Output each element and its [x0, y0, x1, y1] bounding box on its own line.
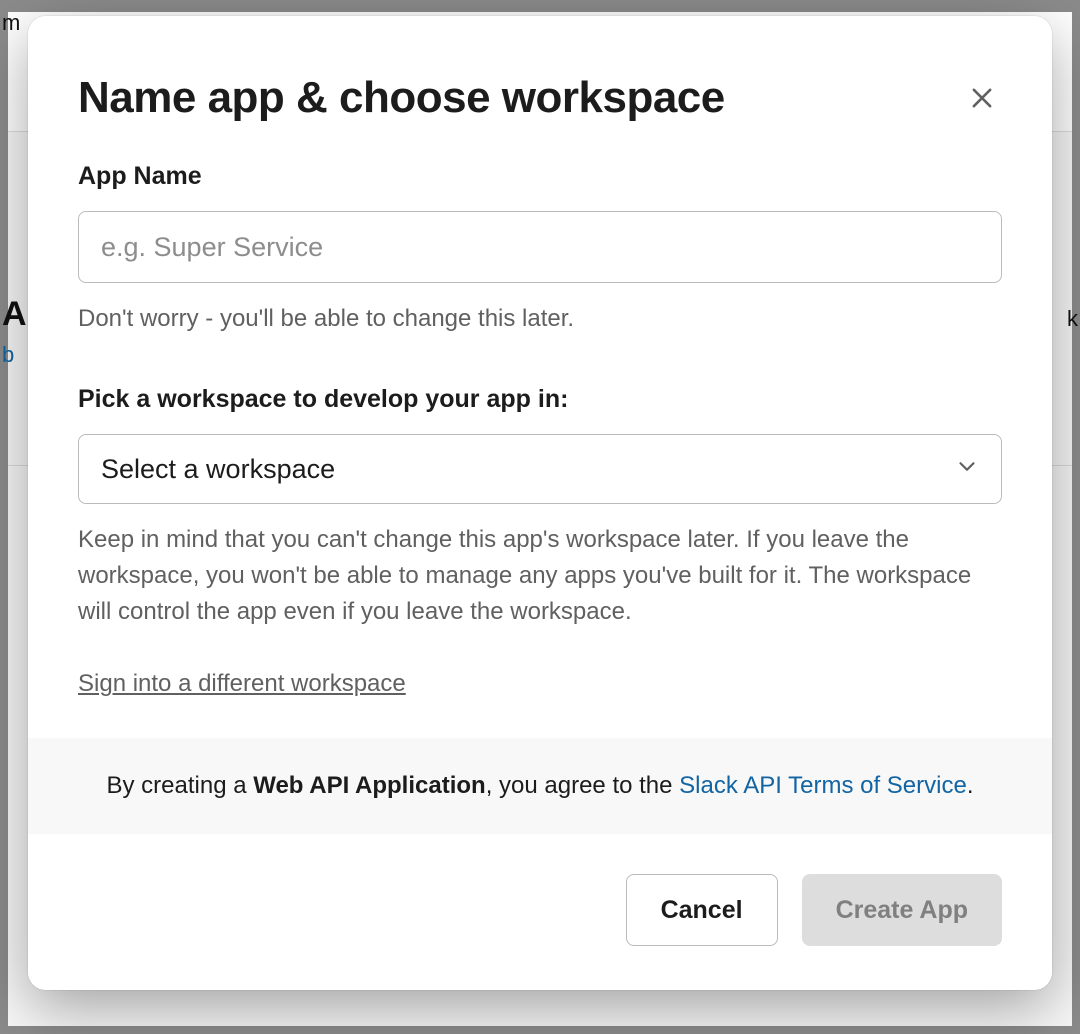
create-app-modal: Name app & choose workspace App Name Don… — [28, 16, 1052, 990]
bg-text-fragment: m — [2, 10, 20, 36]
bg-sub-fragment: b — [2, 342, 14, 368]
workspace-select-placeholder: Select a workspace — [101, 454, 335, 485]
modal-title: Name app & choose workspace — [78, 74, 725, 122]
tos-middle: , you agree to the — [486, 772, 679, 799]
tos-prefix: By creating a — [106, 772, 253, 799]
modal-backdrop: m A b k Name app & choose workspace App … — [0, 0, 1080, 1034]
close-icon — [968, 100, 996, 115]
create-app-button[interactable]: Create App — [802, 874, 1002, 946]
signin-different-workspace-link[interactable]: Sign into a different workspace — [78, 670, 406, 698]
app-name-label: App Name — [78, 162, 1002, 191]
app-name-input[interactable] — [78, 211, 1002, 283]
workspace-helper: Keep in mind that you can't change this … — [78, 522, 1002, 630]
workspace-label: Pick a workspace to develop your app in: — [78, 385, 1002, 414]
cancel-button[interactable]: Cancel — [626, 874, 778, 946]
modal-footer: Cancel Create App — [28, 834, 1052, 990]
tos-notice: By creating a Web API Application, you a… — [28, 738, 1052, 834]
tos-bold: Web API Application — [253, 772, 485, 799]
tos-suffix: . — [967, 772, 974, 799]
app-name-helper: Don't worry - you'll be able to change t… — [78, 301, 1002, 337]
workspace-select[interactable]: Select a workspace — [78, 434, 1002, 504]
tos-link[interactable]: Slack API Terms of Service — [679, 772, 967, 799]
close-button[interactable] — [962, 78, 1002, 118]
bg-right-fragment: k — [1067, 306, 1078, 332]
bg-heading-fragment: A — [2, 295, 27, 334]
